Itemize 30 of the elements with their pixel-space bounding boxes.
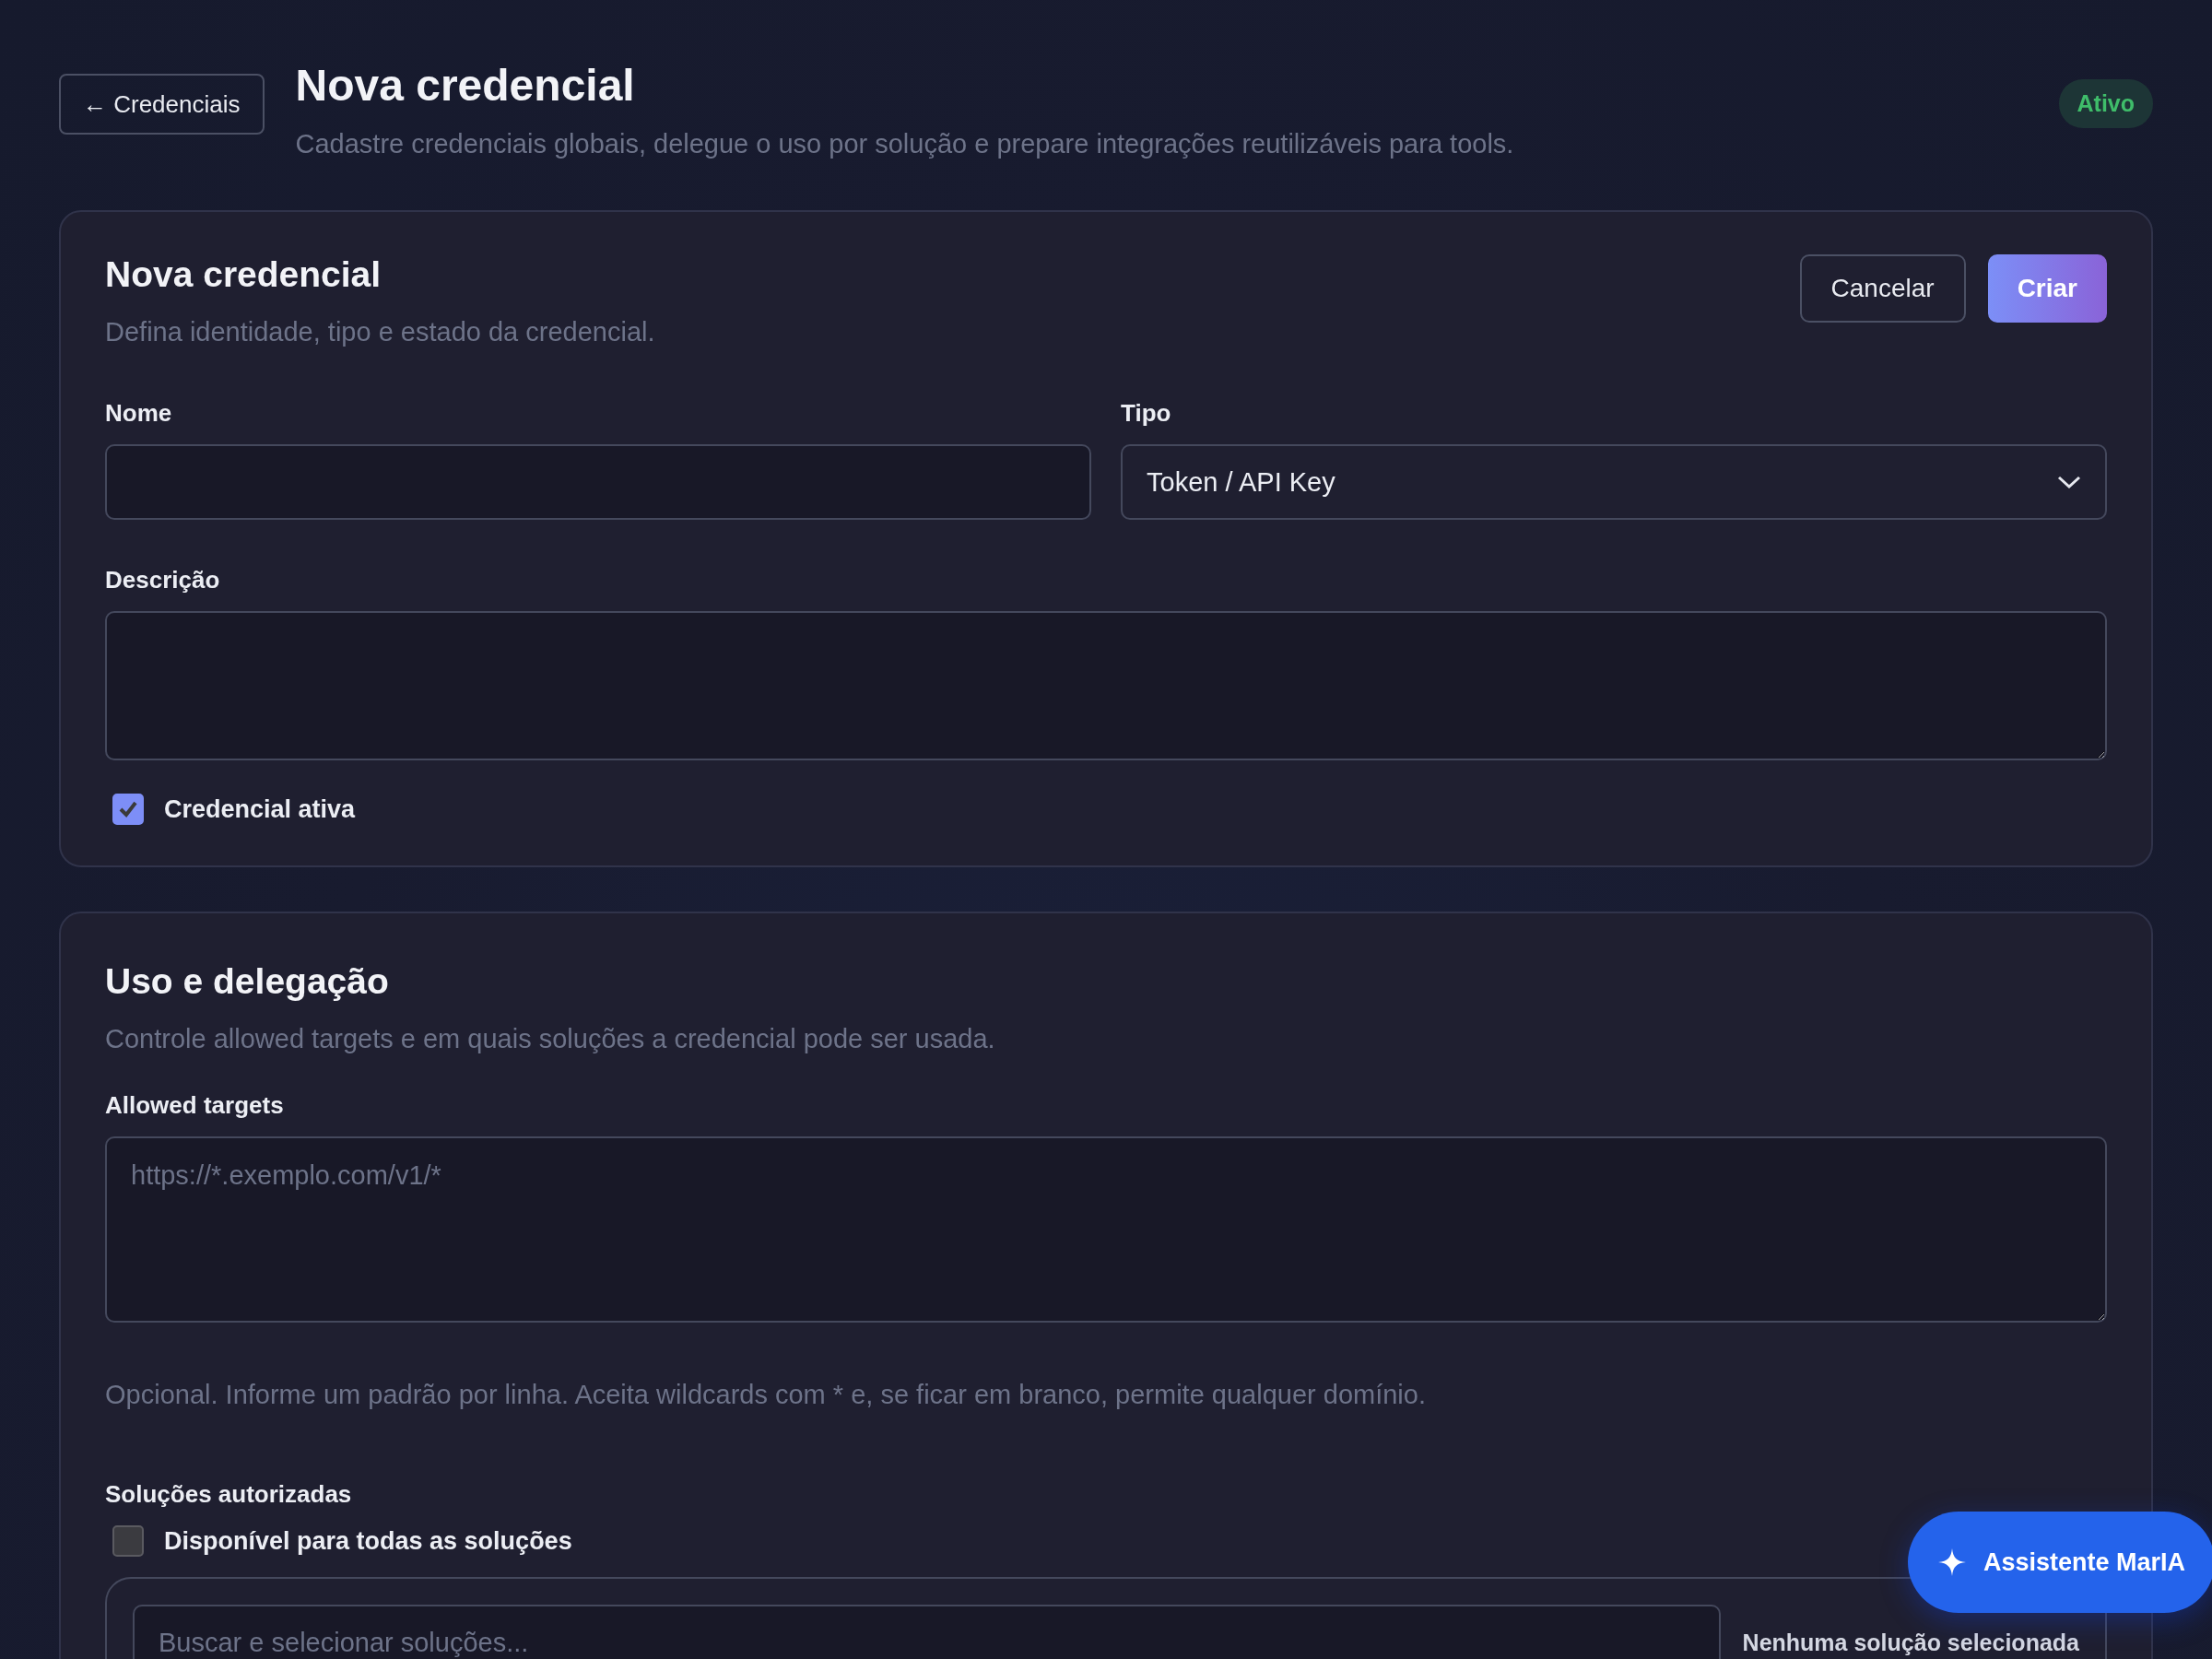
card-title: Uso e delegação	[105, 961, 390, 1002]
status-badge: Ativo	[2058, 79, 2153, 128]
checkbox-label: Credencial ativa	[164, 794, 356, 824]
card-subtitle: Controle allowed targets e em quais soluções a credencial pode ser usada.	[105, 1024, 996, 1054]
type-select[interactable]: Token / API Key	[1121, 444, 2107, 520]
create-button[interactable]: Criar	[1987, 254, 2107, 323]
field-label: Descrição	[105, 566, 221, 594]
page-subtitle: Cadastre credenciais globais, delegue o uso por solução e prepare integrações reutilizáveis para tools.	[295, 128, 1515, 159]
allowed-targets-input[interactable]: https://*.exemplo.com/v1/*	[105, 1136, 2107, 1323]
name-input[interactable]	[105, 444, 1091, 520]
checkbox[interactable]	[112, 794, 144, 825]
solutions-search-input[interactable]: Buscar e selecionar soluções...	[133, 1605, 1721, 1659]
field-label: Soluções autorizadas	[105, 1480, 353, 1509]
chevron-down-icon	[2057, 475, 2081, 489]
assistant-button[interactable]: Assistente MarIA	[1908, 1512, 2212, 1613]
card-subtitle: Defina identidade, tipo e estado da credencial.	[105, 317, 655, 347]
field-label: Tipo	[1121, 399, 1172, 428]
selection-summary: Nenhuma solução selecionada	[1742, 1629, 2079, 1656]
check-icon	[118, 799, 138, 819]
field-label: Nome	[105, 399, 173, 428]
cancel-button[interactable]: Cancelar	[1799, 254, 1966, 323]
checkbox-label: Disponível para todas as soluções	[164, 1526, 572, 1556]
card-title: Nova credencial	[105, 254, 382, 295]
back-button[interactable]: ← Credenciais	[59, 74, 265, 135]
page-title: Nova credencial	[295, 60, 636, 112]
checkbox[interactable]	[112, 1525, 144, 1557]
description-input[interactable]	[105, 611, 2107, 760]
help-text: Opcional. Informe um padrão por linha. Aceita wildcards com * e, se ficar em branco, permite qualquer domínio.	[105, 1380, 1427, 1410]
field-label: Allowed targets	[105, 1091, 285, 1120]
sparkle-icon	[1937, 1547, 1967, 1577]
